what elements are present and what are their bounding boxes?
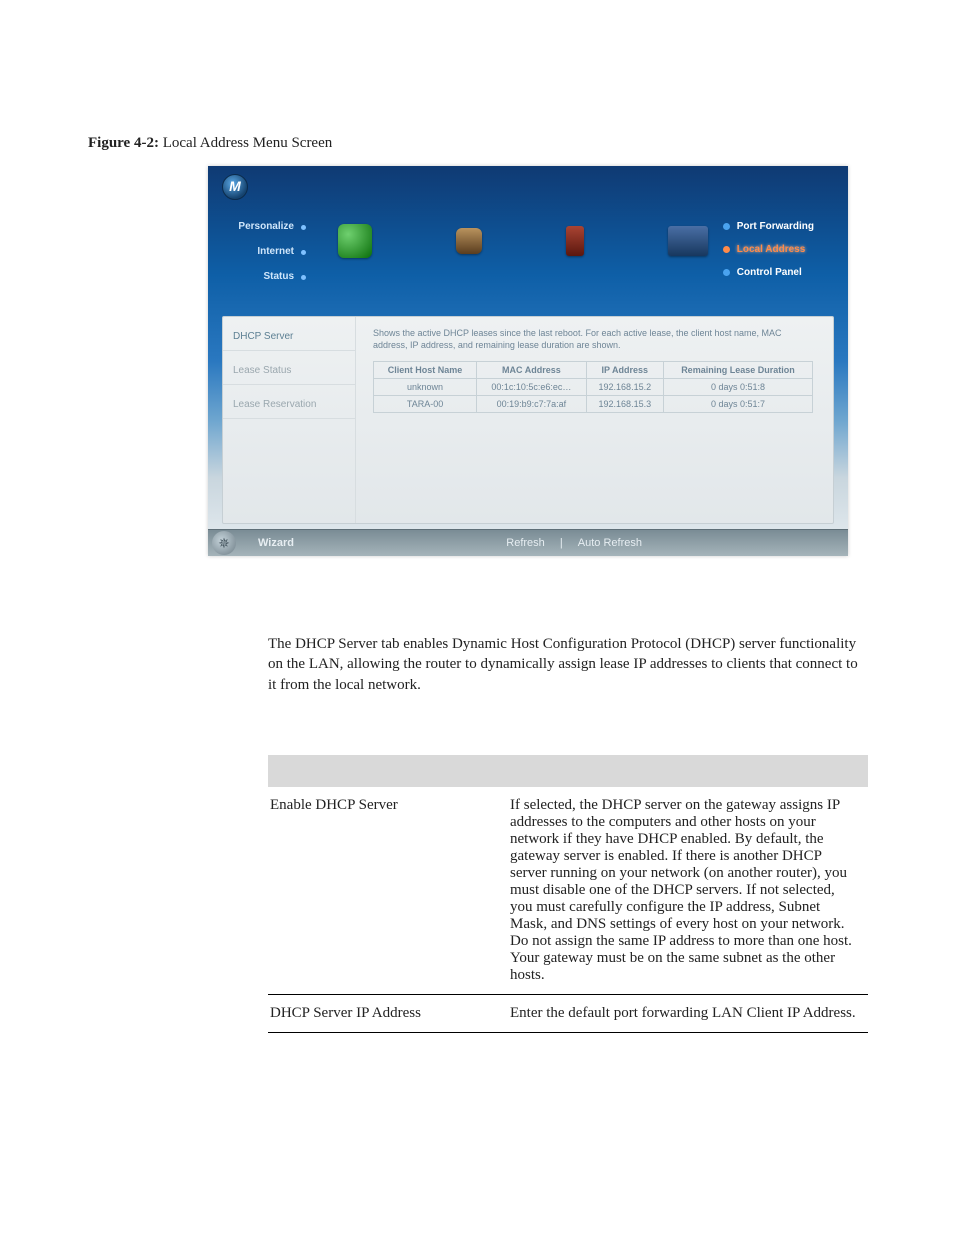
primary-nav: Personalize Internet Status xyxy=(226,221,306,296)
param-row: DHCP Server IP Address Enter the default… xyxy=(268,994,868,1032)
nav-status[interactable]: Status xyxy=(226,271,306,282)
param-label: Enable DHCP Server xyxy=(268,787,508,995)
param-label: DHCP Server IP Address xyxy=(268,994,508,1032)
figure-label: Figure 4-2: xyxy=(88,135,159,151)
auto-refresh-button[interactable]: Auto Refresh xyxy=(578,537,642,549)
table-row: unknown 00:1c:10:5c:e6:ec… 192.168.15.2 … xyxy=(374,379,813,396)
panel-description: Shows the active DHCP leases since the l… xyxy=(373,327,817,351)
figure-title: Local Address Menu Screen xyxy=(159,135,332,151)
col-mac: MAC Address xyxy=(477,362,587,379)
param-desc: Enter the default port forwarding LAN Cl… xyxy=(508,994,868,1032)
tab-lease-status[interactable]: Lease Status xyxy=(223,351,355,385)
divider: | xyxy=(560,537,563,549)
col-ip: IP Address xyxy=(586,362,663,379)
link-port-forwarding[interactable]: Port Forwarding xyxy=(723,221,814,232)
tab-dhcp-server[interactable]: DHCP Server xyxy=(223,317,355,351)
router-screenshot: M Personalize Internet Status Port Forwa… xyxy=(208,166,848,556)
topology-icons xyxy=(338,218,708,264)
param-row: Enable DHCP Server If selected, the DHCP… xyxy=(268,787,868,995)
gear-icon[interactable]: ✵ xyxy=(212,531,236,555)
content-panel: DHCP Server Lease Status Lease Reservati… xyxy=(222,316,834,524)
tab-lease-reservation[interactable]: Lease Reservation xyxy=(223,385,355,419)
section-nav: Port Forwarding Local Address Control Pa… xyxy=(723,221,814,290)
nav-internet[interactable]: Internet xyxy=(226,246,306,257)
wizard-button[interactable]: Wizard xyxy=(258,537,294,549)
param-table: Enable DHCP Server If selected, the DHCP… xyxy=(268,787,868,1033)
table-row: TARA-00 00:19:b9:c7:7a:af 192.168.15.3 0… xyxy=(374,396,813,413)
tower-icon xyxy=(566,226,584,256)
param-desc: If selected, the DHCP server on the gate… xyxy=(508,787,868,995)
link-local-address[interactable]: Local Address xyxy=(723,244,814,255)
footer-bar: ✵ Wizard Refresh | Auto Refresh xyxy=(208,529,848,556)
col-duration: Remaining Lease Duration xyxy=(663,362,812,379)
body-paragraph: The DHCP Server tab enables Dynamic Host… xyxy=(268,634,866,695)
refresh-button[interactable]: Refresh xyxy=(506,537,545,549)
monitor-icon xyxy=(668,226,708,256)
router-icon xyxy=(456,228,482,254)
lease-table: Client Host Name MAC Address IP Address … xyxy=(373,361,813,413)
figure-caption: Figure 4-2: Local Address Menu Screen xyxy=(88,135,866,152)
nav-personalize[interactable]: Personalize xyxy=(226,221,306,232)
col-hostname: Client Host Name xyxy=(374,362,477,379)
param-table-header xyxy=(268,755,868,787)
brand-logo: M xyxy=(222,174,248,200)
table-header-row: Client Host Name MAC Address IP Address … xyxy=(374,362,813,379)
link-control-panel[interactable]: Control Panel xyxy=(723,267,814,278)
side-tabs: DHCP Server Lease Status Lease Reservati… xyxy=(223,317,356,523)
globe-icon xyxy=(338,224,372,258)
